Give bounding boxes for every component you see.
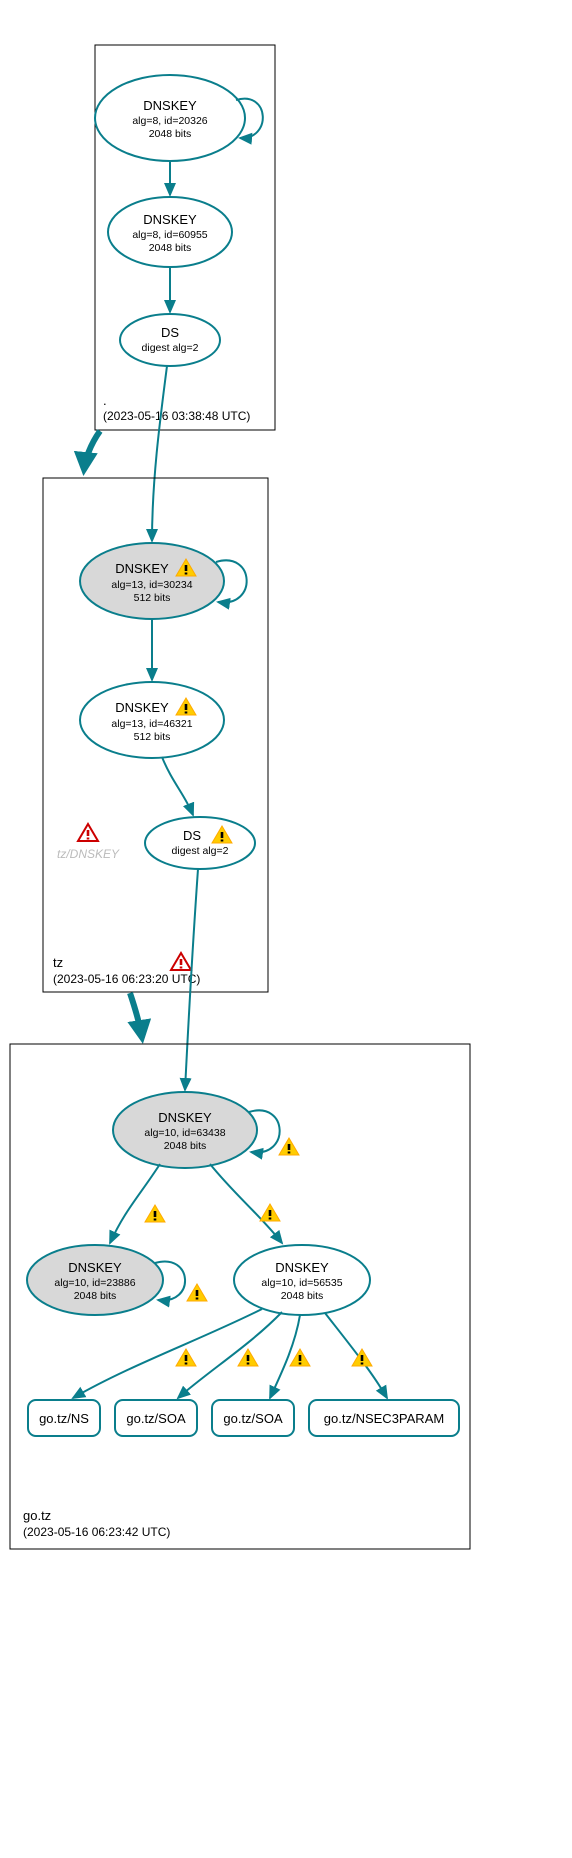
svg-text:alg=8, id=60955: alg=8, id=60955 <box>132 229 207 241</box>
svg-text:digest alg=2: digest alg=2 <box>142 342 199 354</box>
edge-deleg-root-tz <box>84 431 100 470</box>
svg-text:digest alg=2: digest alg=2 <box>172 845 229 857</box>
node-tz-ds[interactable]: DS digest alg=2 <box>145 817 255 869</box>
error-icon <box>78 824 98 841</box>
zone-label-tz: tz <box>53 955 63 970</box>
node-tz-dnskey2[interactable]: DNSKEY alg=13, id=46321 512 bits <box>80 682 224 758</box>
warn-icon <box>260 1204 280 1221</box>
edge-root-ds-tz-k1 <box>152 366 167 541</box>
svg-text:go.tz/SOA: go.tz/SOA <box>126 1411 186 1426</box>
svg-text:alg=10, id=63438: alg=10, id=63438 <box>144 1127 225 1139</box>
svg-text:2048 bits: 2048 bits <box>74 1290 117 1302</box>
node-root-ds[interactable]: DS digest alg=2 <box>120 314 220 366</box>
svg-text:DNSKEY: DNSKEY <box>115 700 169 715</box>
svg-text:2048 bits: 2048 bits <box>149 242 192 254</box>
node-gotz-dnskey3[interactable]: DNSKEY alg=10, id=56535 2048 bits <box>234 1245 370 1315</box>
zone-label-gotz: go.tz <box>23 1508 51 1523</box>
rrset-gotz-soa1[interactable]: go.tz/SOA <box>115 1400 197 1436</box>
svg-text:go.tz/SOA: go.tz/SOA <box>223 1411 283 1426</box>
node-tz-missing: tz/DNSKEY <box>57 824 120 861</box>
svg-text:alg=8, id=20326: alg=8, id=20326 <box>132 115 207 127</box>
rrset-gotz-ns[interactable]: go.tz/NS <box>28 1400 100 1436</box>
svg-text:tz/DNSKEY: tz/DNSKEY <box>57 847 120 861</box>
svg-text:2048 bits: 2048 bits <box>149 128 192 140</box>
node-root-dnskey1[interactable]: DNSKEY alg=8, id=20326 2048 bits <box>95 75 245 161</box>
warn-icon <box>176 1349 196 1366</box>
svg-text:512 bits: 512 bits <box>134 592 171 604</box>
warn-icon <box>279 1138 299 1155</box>
svg-text:2048 bits: 2048 bits <box>281 1290 324 1302</box>
node-tz-dnskey1[interactable]: DNSKEY alg=13, id=30234 512 bits <box>80 543 224 619</box>
svg-text:DNSKEY: DNSKEY <box>143 212 197 227</box>
rrset-gotz-nsec3param[interactable]: go.tz/NSEC3PARAM <box>309 1400 459 1436</box>
rrset-gotz-soa2[interactable]: go.tz/SOA <box>212 1400 294 1436</box>
edge-gotz-k1-k2 <box>110 1164 160 1243</box>
edge-deleg-tz-gotz <box>130 993 142 1038</box>
warn-icon <box>145 1205 165 1222</box>
svg-text:DNSKEY: DNSKEY <box>158 1110 212 1125</box>
svg-text:alg=10, id=56535: alg=10, id=56535 <box>261 1277 342 1289</box>
svg-text:alg=13, id=30234: alg=13, id=30234 <box>111 579 192 591</box>
edge-tz-k2-ds <box>162 757 193 815</box>
zone-time-gotz: (2023-05-16 06:23:42 UTC) <box>23 1525 170 1539</box>
node-gotz-dnskey2[interactable]: DNSKEY alg=10, id=23886 2048 bits <box>27 1245 163 1315</box>
warn-icon <box>187 1284 207 1301</box>
svg-text:DNSKEY: DNSKEY <box>275 1260 329 1275</box>
zone-time-tz: (2023-05-16 06:23:20 UTC) <box>53 972 200 986</box>
warn-icon <box>238 1349 258 1366</box>
svg-text:DS: DS <box>183 828 201 843</box>
svg-text:DS: DS <box>161 325 179 340</box>
edge-gotz-k1-k3 <box>210 1164 282 1243</box>
svg-text:512 bits: 512 bits <box>134 731 171 743</box>
zone-time-root: (2023-05-16 03:38:48 UTC) <box>103 409 250 423</box>
edge-k3-rr4 <box>325 1313 387 1398</box>
zone-label-root: . <box>103 393 107 408</box>
svg-text:go.tz/NSEC3PARAM: go.tz/NSEC3PARAM <box>324 1411 444 1426</box>
error-icon <box>171 953 191 970</box>
warn-icon <box>290 1349 310 1366</box>
svg-text:alg=10, id=23886: alg=10, id=23886 <box>54 1277 135 1289</box>
svg-text:go.tz/NS: go.tz/NS <box>39 1411 89 1426</box>
svg-text:alg=13, id=46321: alg=13, id=46321 <box>111 718 192 730</box>
svg-text:DNSKEY: DNSKEY <box>143 98 197 113</box>
svg-text:2048 bits: 2048 bits <box>164 1140 207 1152</box>
svg-text:DNSKEY: DNSKEY <box>115 561 169 576</box>
svg-text:DNSKEY: DNSKEY <box>68 1260 122 1275</box>
node-root-dnskey2[interactable]: DNSKEY alg=8, id=60955 2048 bits <box>108 197 232 267</box>
node-gotz-dnskey1[interactable]: DNSKEY alg=10, id=63438 2048 bits <box>113 1092 257 1168</box>
